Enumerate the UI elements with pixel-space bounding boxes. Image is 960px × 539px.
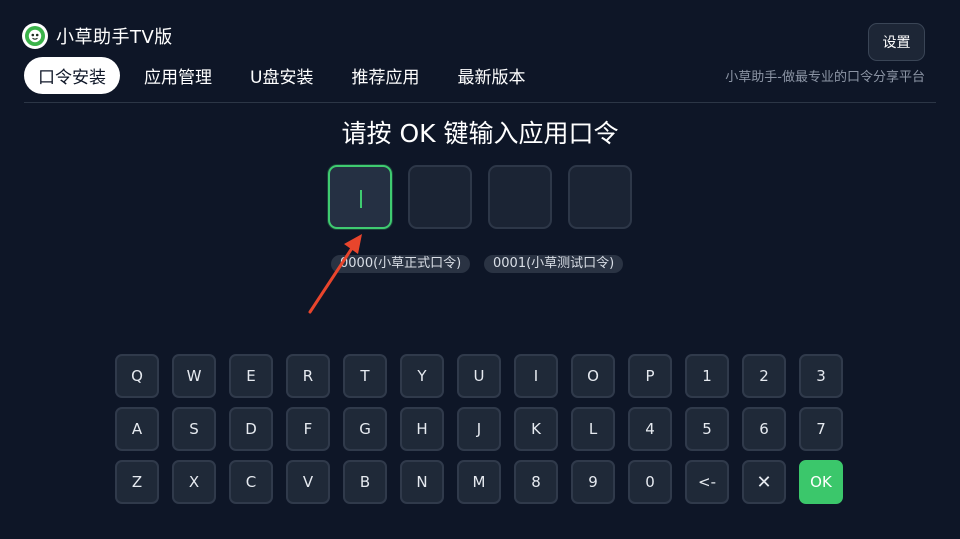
code-box-4[interactable] xyxy=(568,165,632,229)
tab-app-management[interactable]: 应用管理 xyxy=(130,57,226,94)
tab-bar: 口令安装 应用管理 U盘安装 推荐应用 最新版本 xyxy=(24,57,549,94)
key-f[interactable]: F xyxy=(286,407,330,451)
key-z[interactable]: Z xyxy=(115,460,159,504)
ok-key[interactable]: OK xyxy=(799,460,843,504)
key-5[interactable]: 5 xyxy=(685,407,729,451)
key-a[interactable]: A xyxy=(115,407,159,451)
page-title: 请按 OK 键输入应用口令 xyxy=(341,119,619,148)
key-9[interactable]: 9 xyxy=(571,460,615,504)
backspace-key[interactable]: <- xyxy=(685,460,729,504)
key-v[interactable]: V xyxy=(286,460,330,504)
tab-usb-install[interactable]: U盘安装 xyxy=(236,57,327,94)
grass-logo-icon xyxy=(22,23,48,49)
key-c[interactable]: C xyxy=(229,460,273,504)
key-n[interactable]: N xyxy=(400,460,444,504)
clear-key[interactable]: ✕ xyxy=(742,460,786,504)
key-p[interactable]: P xyxy=(628,354,672,398)
key-k[interactable]: K xyxy=(514,407,558,451)
code-box-3[interactable] xyxy=(488,165,552,229)
key-g[interactable]: G xyxy=(343,407,387,451)
key-d[interactable]: D xyxy=(229,407,273,451)
key-6[interactable]: 6 xyxy=(742,407,786,451)
key-8[interactable]: 8 xyxy=(514,460,558,504)
key-x[interactable]: X xyxy=(172,460,216,504)
key-s[interactable]: S xyxy=(172,407,216,451)
key-y[interactable]: Y xyxy=(400,354,444,398)
key-m[interactable]: M xyxy=(457,460,501,504)
tab-code-install[interactable]: 口令安装 xyxy=(24,57,120,94)
key-2[interactable]: 2 xyxy=(742,354,786,398)
key-1[interactable]: 1 xyxy=(685,354,729,398)
key-t[interactable]: T xyxy=(343,354,387,398)
key-j[interactable]: J xyxy=(457,407,501,451)
settings-button[interactable]: 设置 xyxy=(868,23,925,61)
slogan: 小草助手-做最专业的口令分享平台 xyxy=(725,70,925,85)
key-4[interactable]: 4 xyxy=(628,407,672,451)
app-title-text: 小草助手TV版 xyxy=(56,27,173,48)
annotation-arrow-icon xyxy=(308,234,362,314)
tab-latest-version[interactable]: 最新版本 xyxy=(443,57,539,94)
code-box-1[interactable] xyxy=(328,165,392,229)
key-l[interactable]: L xyxy=(571,407,615,451)
key-r[interactable]: R xyxy=(286,354,330,398)
key-o[interactable]: O xyxy=(571,354,615,398)
key-e[interactable]: E xyxy=(229,354,273,398)
key-w[interactable]: W xyxy=(172,354,216,398)
app-title: 小草助手TV版 xyxy=(22,22,173,50)
code-box-2[interactable] xyxy=(408,165,472,229)
tab-recommended-apps[interactable]: 推荐应用 xyxy=(337,57,433,94)
key-b[interactable]: B xyxy=(343,460,387,504)
hint-test-code[interactable]: 0001(小草测试口令) xyxy=(484,255,624,273)
text-cursor xyxy=(360,190,362,208)
key-0[interactable]: 0 xyxy=(628,460,672,504)
key-7[interactable]: 7 xyxy=(799,407,843,451)
key-q[interactable]: Q xyxy=(115,354,159,398)
key-i[interactable]: I xyxy=(514,354,558,398)
key-h[interactable]: H xyxy=(400,407,444,451)
key-3[interactable]: 3 xyxy=(799,354,843,398)
header-divider xyxy=(24,102,936,103)
key-u[interactable]: U xyxy=(457,354,501,398)
